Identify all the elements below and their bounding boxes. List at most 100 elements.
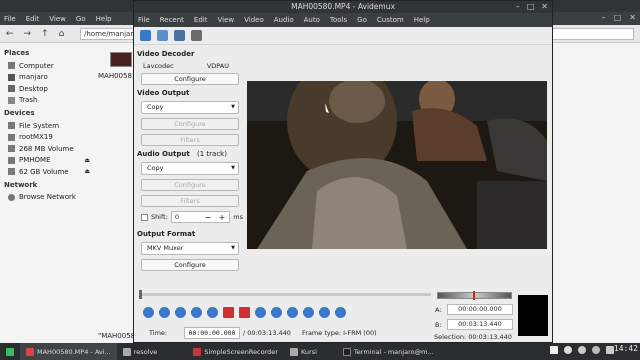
sidebar-item-268mb[interactable]: 268 MB Volume (4, 143, 96, 155)
fm-location-field-end[interactable] (552, 28, 634, 40)
menu-go[interactable]: Go (357, 16, 367, 24)
next-keyframe-icon[interactable] (207, 307, 218, 318)
seek-slider-handle[interactable] (139, 290, 142, 299)
menu-tools[interactable]: Tools (330, 16, 347, 24)
decoder-row: Lavcodec VDPAU (137, 62, 243, 70)
fm-menu-view[interactable]: View (49, 15, 66, 23)
forward-icon[interactable]: → (24, 29, 32, 39)
maximize-icon[interactable]: □ (527, 1, 535, 13)
fm-menu-edit[interactable]: Edit (26, 15, 40, 23)
menu-view[interactable]: View (217, 16, 234, 24)
sidebar-item-62gb[interactable]: 62 GB Volume ⏏ (4, 166, 96, 178)
fm-menu-help[interactable]: Help (96, 15, 112, 23)
fm-window-controls: – □ ✕ (602, 13, 636, 22)
audio-codec-select[interactable]: Copy ▼ (141, 162, 239, 175)
task-resolve[interactable]: resolve (117, 343, 164, 360)
sidebar-item-filesystem[interactable]: File System (4, 120, 96, 132)
drive-icon (8, 156, 15, 164)
close-icon[interactable]: ✕ (541, 1, 548, 13)
muxer-configure-button[interactable]: Configure (141, 259, 239, 271)
info-icon[interactable] (157, 30, 168, 41)
sidebar-item-pmhome[interactable]: PMHOME ⏏ (4, 155, 96, 167)
volume-icon[interactable] (592, 346, 600, 354)
previous-black-frame-icon[interactable] (255, 307, 266, 318)
task-label: Terminal - manjaro@m... (353, 347, 434, 356)
volume-meter-marker (473, 291, 475, 300)
play-icon[interactable] (143, 307, 154, 318)
sidebar-item-home[interactable]: manjaro (4, 72, 96, 84)
goto-marker-b-icon[interactable] (335, 307, 346, 318)
dropdown-arrow-icon: ▼ (231, 104, 235, 110)
video-codec-select[interactable]: Copy ▼ (141, 101, 239, 114)
menu-auto[interactable]: Auto (304, 16, 320, 24)
previous-frame-icon[interactable] (159, 307, 170, 318)
menu-audio[interactable]: Audio (274, 16, 294, 24)
video-filters-button[interactable]: Filters (141, 134, 239, 146)
task-simplescreenrecorder[interactable]: SimpleScreenRecorder (187, 343, 284, 360)
audio-codec-value: Copy (147, 164, 164, 172)
system-tray (550, 346, 614, 354)
next-black-frame-icon[interactable] (271, 307, 282, 318)
menu-recent[interactable]: Recent (160, 16, 184, 24)
sidebar-item-browse-network[interactable]: Browse Network (4, 192, 96, 204)
set-marker-a-icon[interactable] (223, 307, 234, 318)
screen-recorder-icon[interactable] (564, 346, 572, 354)
goto-first-frame-icon[interactable] (287, 307, 298, 318)
video-file-thumbnail[interactable] (110, 52, 132, 67)
goto-marker-a-icon[interactable] (319, 307, 330, 318)
save-icon[interactable] (174, 30, 185, 41)
close-icon[interactable]: ✕ (629, 13, 636, 22)
current-time-field[interactable]: 00:00:00.000 (184, 327, 240, 339)
seek-slider[interactable] (141, 293, 431, 296)
goto-last-frame-icon[interactable] (303, 307, 314, 318)
plus-icon[interactable]: + (219, 213, 226, 222)
up-icon[interactable]: ↑ (41, 29, 49, 39)
next-frame-icon[interactable] (175, 307, 186, 318)
shift-spinbox[interactable]: 0 − + (170, 211, 231, 223)
audio-filters-button[interactable]: Filters (141, 195, 239, 207)
task-kursi[interactable]: Kursi (284, 343, 323, 360)
minimize-icon[interactable]: – (602, 13, 606, 22)
eject-icon[interactable]: ⏏ (84, 157, 90, 164)
maximize-icon[interactable]: □ (614, 13, 622, 22)
muxer-select[interactable]: MKV Muxer ▼ (141, 242, 239, 255)
fm-menu-go[interactable]: Go (76, 15, 86, 23)
decoder-codec-value: VDPAU (206, 62, 229, 70)
battery-icon[interactable] (606, 346, 614, 354)
file-name-label[interactable]: MAH00581 (98, 72, 136, 80)
shift-checkbox[interactable] (141, 213, 148, 221)
menu-file[interactable]: File (138, 16, 150, 24)
sidebar-item-rootmx19[interactable]: rootMX19 (4, 132, 96, 144)
minus-icon[interactable]: − (205, 213, 212, 222)
start-menu-button[interactable] (0, 343, 20, 360)
eject-icon[interactable]: ⏏ (84, 168, 90, 175)
sidebar-item-label: manjaro (19, 73, 48, 82)
home-icon[interactable]: ⌂ (59, 29, 65, 39)
clapper-icon[interactable] (550, 346, 558, 354)
sidebar-item-trash[interactable]: Trash (4, 95, 96, 107)
fm-location-field[interactable]: /home/manjaro (80, 28, 140, 40)
menu-help[interactable]: Help (414, 16, 430, 24)
audio-configure-button[interactable]: Configure (141, 179, 239, 191)
decoder-configure-button[interactable]: Configure (141, 73, 239, 85)
menu-custom[interactable]: Custom (377, 16, 404, 24)
set-marker-b-icon[interactable] (239, 307, 250, 318)
task-terminal[interactable]: Terminal - manjaro@m... (337, 343, 440, 360)
open-file-icon[interactable] (140, 30, 151, 41)
marker-a-field[interactable]: 00:00:00.000 (447, 304, 513, 315)
sidebar-item-desktop[interactable]: Desktop (4, 83, 96, 95)
menu-video[interactable]: Video (244, 16, 264, 24)
network-icon[interactable] (578, 346, 586, 354)
task-avidemux[interactable]: MAH00580.MP4 - Avi... (20, 343, 117, 360)
previous-keyframe-icon[interactable] (191, 307, 202, 318)
properties-icon[interactable] (191, 30, 202, 41)
clock[interactable]: 14:42 (614, 344, 638, 353)
sidebar-item-computer[interactable]: Computer (4, 60, 96, 72)
fm-menu-file[interactable]: File (4, 15, 16, 23)
menu-edit[interactable]: Edit (194, 16, 208, 24)
video-configure-button[interactable]: Configure (141, 118, 239, 130)
back-icon[interactable]: ← (6, 29, 14, 39)
sidebar-item-label: 268 MB Volume (19, 144, 74, 153)
marker-b-field[interactable]: 00:03:13.440 (447, 319, 513, 330)
minimize-icon[interactable]: – (516, 1, 520, 13)
